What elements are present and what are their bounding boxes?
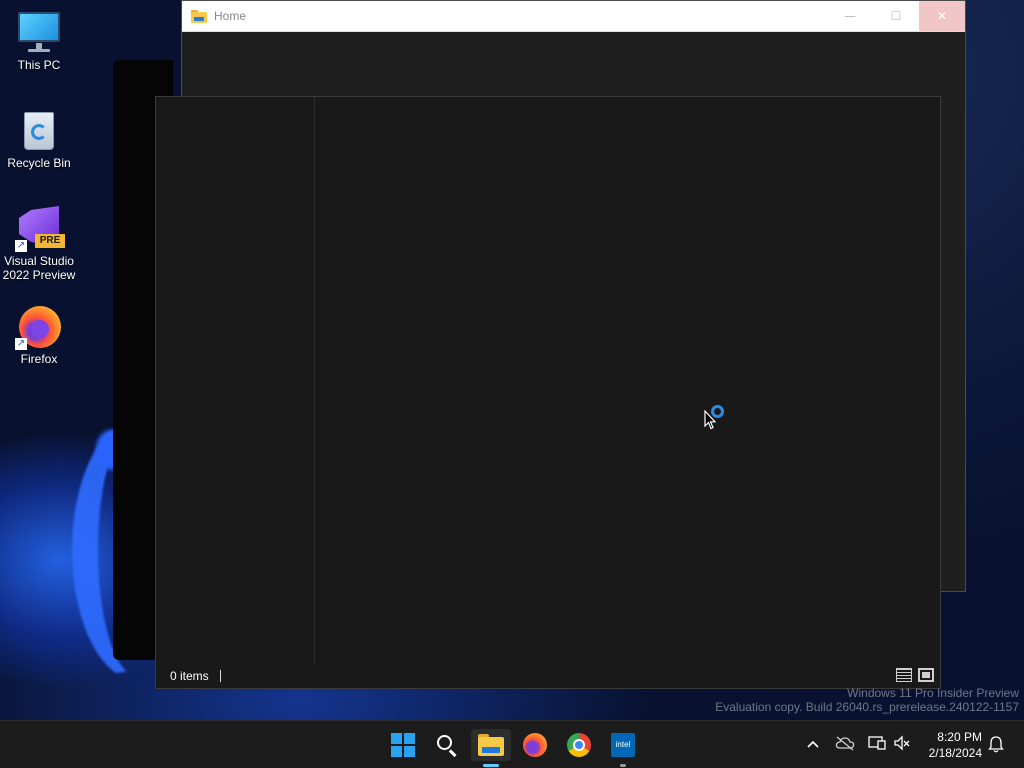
recycle-bin-icon bbox=[15, 106, 63, 154]
desktop-icon-this-pc[interactable]: This PC bbox=[0, 8, 78, 72]
preview-badge: PRE bbox=[35, 234, 65, 248]
watermark-line-2: Evaluation copy. Build 26040.rs_prerelea… bbox=[715, 700, 1019, 714]
taskbar-file-explorer[interactable] bbox=[471, 729, 511, 767]
desktop-icon-recycle-bin[interactable]: Recycle Bin bbox=[0, 106, 78, 170]
search-button[interactable] bbox=[427, 729, 467, 761]
status-separator bbox=[219, 669, 221, 682]
details-view-icon[interactable] bbox=[896, 668, 912, 682]
file-explorer-window[interactable]: 0 items bbox=[155, 96, 941, 689]
search-icon bbox=[436, 734, 458, 757]
desktop-icon-label: Visual Studio 2022 Preview bbox=[2, 254, 76, 282]
shortcut-arrow-icon: ↗ bbox=[15, 338, 27, 350]
taskbar: intel 8:20 PM 2/18/2024 bbox=[0, 720, 1024, 768]
taskbar-firefox[interactable] bbox=[515, 729, 555, 761]
taskbar-chrome[interactable] bbox=[559, 729, 599, 761]
firefox-icon bbox=[523, 733, 547, 757]
large-icons-view-icon[interactable] bbox=[918, 668, 934, 682]
volume-muted-icon[interactable] bbox=[892, 735, 912, 755]
running-indicator bbox=[620, 764, 626, 767]
active-indicator bbox=[483, 764, 499, 767]
folder-icon bbox=[191, 9, 207, 23]
watermark-line-1: Windows 11 Pro Insider Preview bbox=[847, 686, 1019, 700]
taskbar-intel[interactable]: intel bbox=[603, 729, 643, 767]
show-hidden-icons-chevron-icon[interactable] bbox=[803, 735, 823, 755]
this-pc-icon bbox=[15, 8, 63, 56]
desktop-icon-visual-studio[interactable]: PRE ↗ Visual Studio 2022 Preview bbox=[0, 204, 78, 282]
status-bar: 0 items bbox=[156, 663, 940, 688]
clock-date: 2/18/2024 bbox=[928, 746, 982, 760]
start-button[interactable] bbox=[383, 729, 423, 761]
desktop-icon-label: Recycle Bin bbox=[7, 156, 71, 170]
title-bar[interactable]: Home — ☐ ✕ bbox=[182, 1, 965, 32]
system-clock[interactable]: 8:20 PM 2/18/2024 bbox=[929, 729, 982, 761]
desktop-icon-label: Firefox bbox=[20, 352, 58, 366]
evaluation-watermark: Windows 11 Pro Insider Preview Evaluatio… bbox=[715, 686, 1019, 714]
window-title: Home bbox=[214, 9, 247, 23]
desktop-icon-firefox[interactable]: ↗ Firefox bbox=[0, 302, 78, 366]
firefox-icon: ↗ bbox=[15, 302, 63, 350]
intel-icon: intel bbox=[611, 733, 635, 757]
network-icon[interactable] bbox=[867, 735, 887, 755]
item-count: 0 items bbox=[170, 668, 209, 683]
desktop-icon-label: This PC bbox=[17, 58, 61, 72]
minimize-button[interactable]: — bbox=[827, 1, 873, 31]
folder-icon bbox=[478, 734, 504, 756]
clock-time: 8:20 PM bbox=[937, 730, 982, 744]
visual-studio-icon: PRE ↗ bbox=[15, 204, 65, 252]
close-button[interactable]: ✕ bbox=[919, 1, 965, 31]
content-pane[interactable] bbox=[316, 97, 940, 664]
shortcut-arrow-icon: ↗ bbox=[15, 240, 27, 252]
maximize-button[interactable]: ☐ bbox=[873, 1, 919, 31]
navigation-pane[interactable] bbox=[156, 97, 315, 664]
notification-bell-icon[interactable] bbox=[986, 735, 1006, 755]
onedrive-offline-icon[interactable] bbox=[835, 735, 855, 755]
view-switcher bbox=[896, 668, 934, 682]
windows-logo-icon bbox=[391, 733, 415, 757]
chrome-icon bbox=[567, 733, 591, 757]
mouse-cursor-icon bbox=[704, 410, 716, 430]
